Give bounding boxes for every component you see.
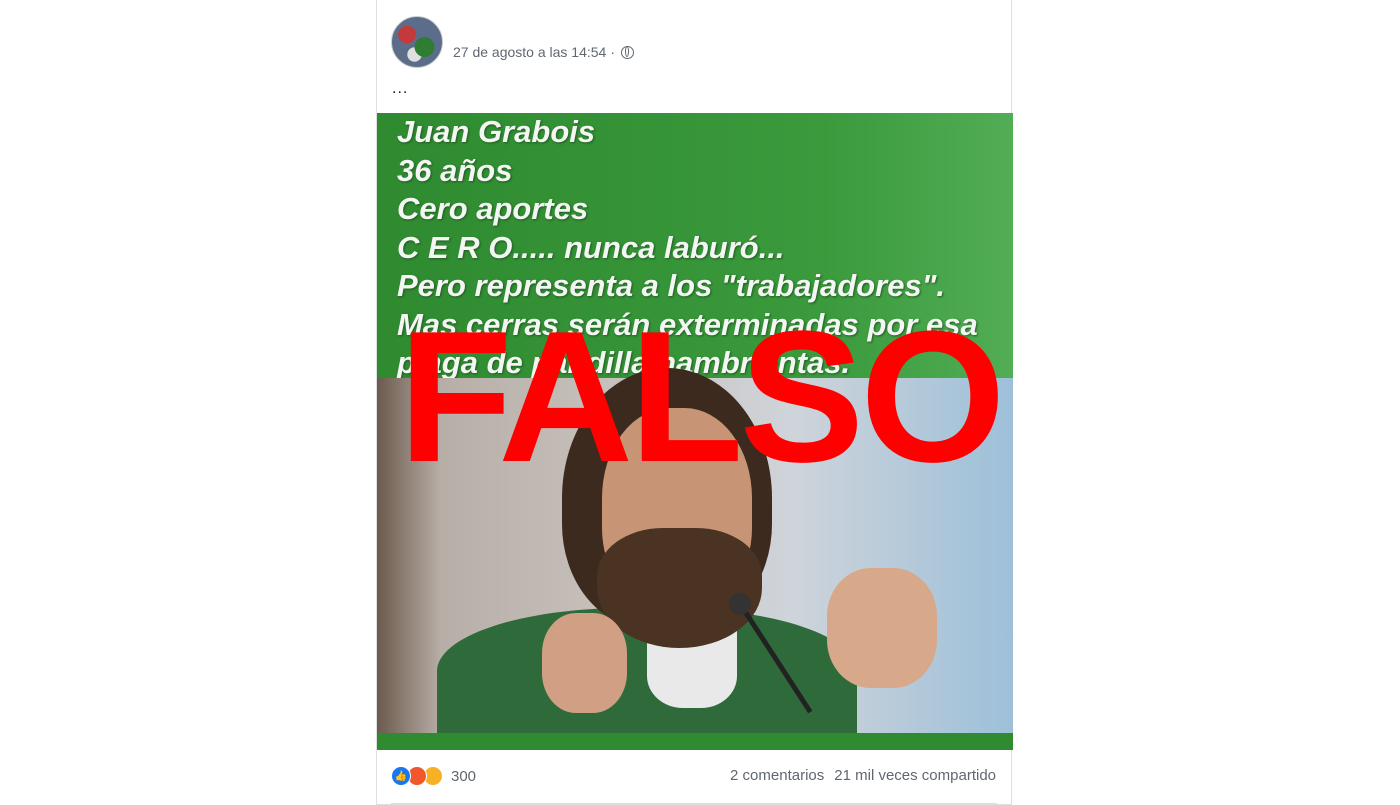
person-hand-left <box>542 613 627 713</box>
person-hand-right <box>827 568 937 688</box>
avatar[interactable] <box>391 16 443 68</box>
meme-line: Cero aportes <box>397 191 589 226</box>
meme-line: Juan Grabois <box>397 114 596 149</box>
reactions-count[interactable]: 300 <box>451 768 476 785</box>
person-beard <box>597 528 762 648</box>
like-icon: 👍 <box>391 766 411 786</box>
microphone-icon <box>729 593 751 615</box>
falso-stamp: FALSO <box>398 292 1005 501</box>
post-timestamp[interactable]: 27 de agosto a las 14:54 <box>453 44 606 60</box>
comments-count[interactable]: 2 comentarios <box>730 767 824 784</box>
meme-line: C E R O..... nunca laburó... <box>397 229 785 265</box>
globe-icon <box>621 45 635 59</box>
shares-count[interactable]: 21 mil veces compartido <box>834 767 996 784</box>
image-footer-band <box>377 733 1013 750</box>
post-meta: 27 de agosto a las 14:54 · <box>453 44 635 60</box>
reactions-summary[interactable]: 👍 300 <box>391 766 476 786</box>
divider <box>391 803 997 804</box>
post-stats: 2 comentarios 21 mil veces compartido <box>730 767 996 784</box>
meme-line: 36 años <box>397 152 513 188</box>
meta-separator: · <box>610 44 616 60</box>
see-more-text[interactable]: ... <box>392 80 408 98</box>
